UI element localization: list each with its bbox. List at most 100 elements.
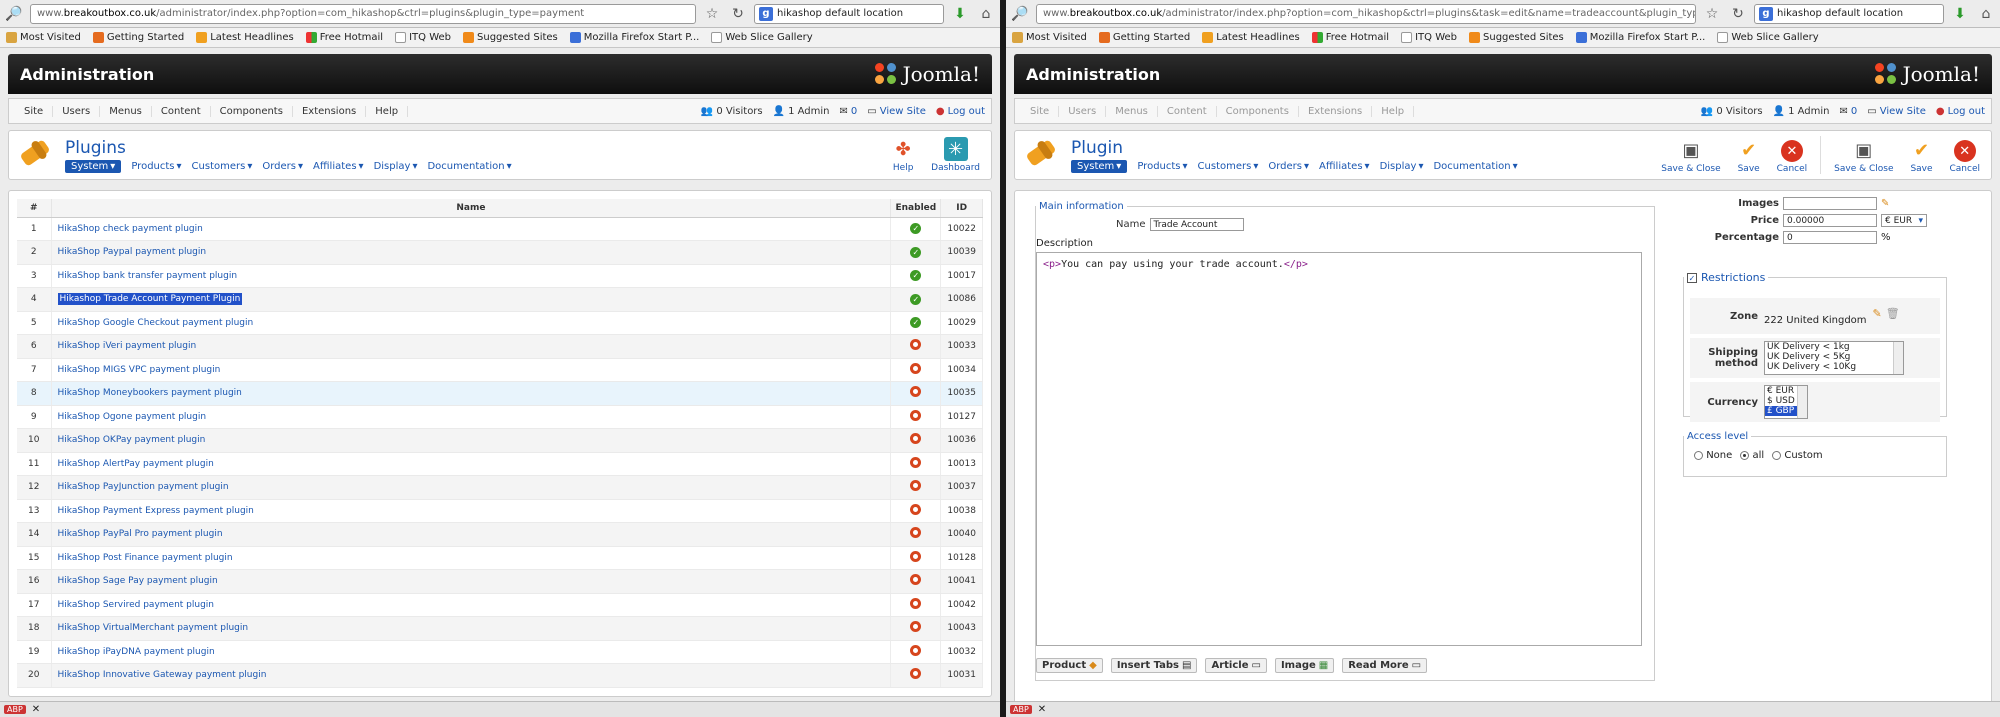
plugin-name-link[interactable]: Hikashop Trade Account Payment Plugin — [51, 287, 892, 312]
table-row[interactable]: 20 HikaShop Innovative Gateway payment pl… — [17, 663, 983, 688]
insert-tabs-button[interactable]: Insert Tabs ▤ — [1110, 658, 1198, 673]
submenu-customers[interactable]: Customers ▾ — [1198, 160, 1259, 173]
submenu-affiliates[interactable]: Affiliates ▾ — [1319, 160, 1370, 173]
column-id[interactable]: ID — [940, 199, 983, 218]
images-input[interactable] — [1783, 197, 1877, 210]
enabled-toggle[interactable] — [890, 428, 942, 453]
menu-users[interactable]: Users — [53, 105, 101, 117]
enabled-toggle[interactable] — [890, 334, 942, 359]
enabled-toggle[interactable]: ✓ — [890, 287, 942, 312]
enabled-toggle[interactable] — [890, 569, 942, 594]
table-row[interactable]: 4 Hikashop Trade Account Payment Plugin ✓ 1… — [17, 287, 983, 312]
menu-site[interactable]: Site — [15, 105, 54, 117]
plugin-name-link[interactable]: HikaShop Ogone payment plugin — [51, 405, 892, 429]
bookmark-most-visited[interactable]: Most Visited — [1012, 32, 1087, 43]
enabled-toggle[interactable] — [890, 640, 942, 664]
plugin-name-link[interactable]: HikaShop Google Checkout payment plugin — [51, 311, 892, 335]
save-button-2[interactable]: ✔ Save — [1907, 138, 1937, 175]
cancel-button[interactable]: ✕ Cancel — [1774, 140, 1811, 174]
product-button[interactable]: Product ◆ — [1036, 658, 1103, 673]
table-row[interactable]: 1 HikaShop check payment plugin ✓ 10022 — [17, 217, 983, 241]
plugin-name-link[interactable]: HikaShop PayJunction payment plugin — [51, 475, 892, 500]
table-row[interactable]: 14 HikaShop PayPal Pro payment plugin 1004… — [17, 522, 983, 547]
reload-icon[interactable]: ↻ — [1728, 4, 1748, 24]
plugin-name-link[interactable]: HikaShop OKPay payment plugin — [51, 428, 892, 453]
enabled-toggle[interactable]: ✓ — [890, 264, 942, 288]
article-button[interactable]: Article ▭ — [1205, 658, 1267, 673]
plugin-name-link[interactable]: HikaShop bank transfer payment plugin — [51, 264, 892, 288]
logout-link[interactable]: ● Log out — [936, 106, 985, 117]
enabled-toggle[interactable]: ✓ — [890, 240, 942, 265]
plugin-name-link[interactable]: HikaShop Sage Pay payment plugin — [51, 569, 892, 594]
home-icon[interactable]: ⌂ — [1976, 4, 1996, 24]
plugin-name-link[interactable]: HikaShop Paypal payment plugin — [51, 240, 892, 265]
plugin-name-link[interactable]: HikaShop Servired payment plugin — [51, 593, 892, 617]
plugin-name-link[interactable]: HikaShop MIGS VPC payment plugin — [51, 358, 892, 382]
table-row[interactable]: 13 HikaShop Payment Express payment plugi… — [17, 499, 983, 523]
bookmark-getting-started[interactable]: Getting Started — [1098, 32, 1190, 43]
plugin-name-link[interactable]: HikaShop PayPal Pro payment plugin — [51, 522, 892, 547]
shipping-option[interactable]: UK Delivery < 10Kg — [1765, 362, 1903, 372]
dashboard-button[interactable]: ✳ Dashboard — [928, 137, 983, 173]
download-icon[interactable]: ⬇ — [950, 4, 970, 24]
enabled-toggle[interactable] — [890, 358, 942, 382]
bookmark-latest-headlines[interactable]: Latest Headlines — [196, 32, 294, 43]
plugin-name-link[interactable]: HikaShop VirtualMerchant payment plugin — [51, 616, 892, 641]
submenu-products[interactable]: Products ▾ — [1137, 160, 1187, 173]
logout-link[interactable]: ● Log out — [1936, 106, 1985, 117]
search-box[interactable]: g hikashop default location — [1754, 3, 1944, 24]
bookmark-web-slice[interactable]: Web Slice Gallery — [1717, 32, 1819, 43]
star-icon[interactable]: ☆ — [702, 4, 722, 24]
submenu-system[interactable]: System ▾ — [65, 159, 122, 173]
table-row[interactable]: 11 HikaShop AlertPay payment plugin 10013 — [17, 452, 983, 476]
view-site-link[interactable]: ▭ View Site — [867, 106, 926, 117]
messages-status[interactable]: ✉ 0 — [1840, 106, 1858, 117]
cancel-button-2[interactable]: ✕ Cancel — [1947, 140, 1984, 174]
enabled-toggle[interactable] — [890, 405, 942, 429]
enabled-toggle[interactable] — [890, 546, 942, 570]
submenu-products[interactable]: Products ▾ — [131, 160, 181, 173]
shipping-option[interactable]: UK Delivery < 1kg — [1765, 342, 1903, 352]
save-close-button-2[interactable]: ▣ Save & Close — [1831, 138, 1896, 175]
shipping-option[interactable]: UK Delivery < 5Kg — [1765, 352, 1903, 362]
identity-icon[interactable]: 🔎 — [1010, 4, 1030, 24]
table-row[interactable]: 10 HikaShop OKPay payment plugin 10036 — [17, 428, 983, 453]
image-button[interactable]: Image ▦ — [1274, 658, 1335, 673]
submenu-orders[interactable]: Orders ▾ — [262, 160, 303, 173]
identity-icon[interactable]: 🔎 — [4, 4, 24, 24]
menu-help[interactable]: Help — [366, 105, 409, 117]
submenu-orders[interactable]: Orders ▾ — [1268, 160, 1309, 173]
bookmark-itq-web[interactable]: ITQ Web — [395, 32, 451, 43]
menu-extensions[interactable]: Extensions — [293, 105, 367, 117]
table-row[interactable]: 2 HikaShop Paypal payment plugin ✓ 10039 — [17, 240, 983, 265]
bookmark-free-hotmail[interactable]: Free Hotmail — [305, 32, 383, 43]
enabled-toggle[interactable] — [890, 616, 942, 641]
shipping-method-list[interactable]: UK Delivery < 1kg UK Delivery < 5Kg UK D… — [1764, 341, 1904, 375]
plugin-name-link[interactable]: HikaShop Post Finance payment plugin — [51, 546, 892, 570]
table-row[interactable]: 15 HikaShop Post Finance payment plugin 10… — [17, 546, 983, 570]
submenu-system[interactable]: System ▾ — [1071, 159, 1128, 173]
currency-scrollbar[interactable] — [1797, 386, 1807, 418]
url-field[interactable]: www. breakoutbox.co.uk/administrator/inde… — [1036, 3, 1696, 24]
table-row[interactable]: 5 HikaShop Google Checkout payment plugin… — [17, 311, 983, 335]
plugin-name-link[interactable]: HikaShop Moneybookers payment plugin — [51, 381, 892, 406]
help-button[interactable]: ✤ Help — [888, 137, 918, 174]
name-input[interactable]: Trade Account — [1149, 218, 1244, 231]
bookmark-suggested-sites[interactable]: Suggested Sites — [1469, 32, 1564, 43]
plugin-name-link[interactable]: HikaShop check payment plugin — [51, 217, 892, 241]
submenu-documentation[interactable]: Documentation ▾ — [1433, 160, 1517, 173]
home-icon[interactable]: ⌂ — [976, 4, 996, 24]
plugin-name-link[interactable]: HikaShop iPayDNA payment plugin — [51, 640, 892, 664]
bookmark-suggested-sites[interactable]: Suggested Sites — [463, 32, 558, 43]
plugin-name-link[interactable]: HikaShop Innovative Gateway payment plug… — [51, 663, 892, 688]
menu-content[interactable]: Content — [152, 105, 211, 117]
bookmark-most-visited[interactable]: Most Visited — [6, 32, 81, 43]
submenu-documentation[interactable]: Documentation ▾ — [427, 160, 511, 173]
table-row[interactable]: 12 HikaShop PayJunction payment plugin 100… — [17, 475, 983, 500]
url-field[interactable]: www. breakoutbox.co.uk/administrator/inde… — [30, 3, 696, 24]
search-box[interactable]: g hikashop default location — [754, 3, 944, 24]
submenu-display[interactable]: Display ▾ — [374, 160, 418, 173]
close-icon[interactable]: ✕ — [32, 704, 40, 715]
table-row[interactable]: 3 HikaShop bank transfer payment plugin ✓ 1… — [17, 264, 983, 288]
bookmark-free-hotmail[interactable]: Free Hotmail — [1311, 32, 1389, 43]
